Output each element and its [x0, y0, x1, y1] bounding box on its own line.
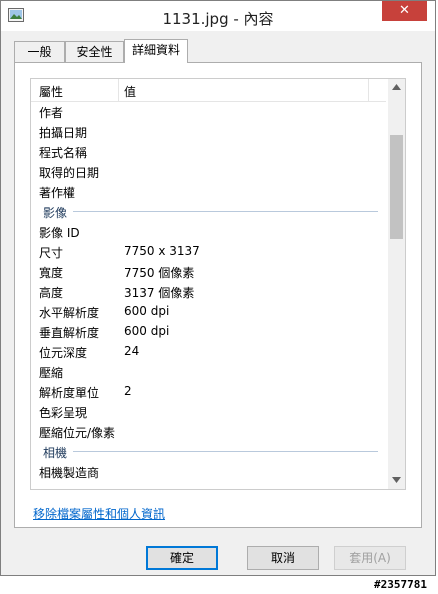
property-name: 水平解析度 — [39, 306, 100, 320]
group-header-image: 影像 — [31, 201, 386, 221]
cancel-button[interactable]: 取消 — [247, 546, 319, 570]
property-name: 相機製造商 — [39, 466, 100, 480]
property-name: 作者 — [39, 106, 64, 120]
tab-general[interactable]: 一般 — [14, 41, 65, 62]
property-row[interactable]: 水平解析度 600 dpi — [31, 301, 386, 321]
group-divider — [73, 211, 378, 212]
column-separator[interactable] — [368, 79, 369, 101]
caret-down-icon — [392, 477, 401, 483]
vertical-scrollbar[interactable] — [388, 79, 405, 489]
property-row[interactable]: 高度 3137 個像素 — [31, 281, 386, 301]
scroll-thumb[interactable] — [390, 135, 403, 239]
property-row[interactable]: 取得的日期 — [31, 161, 386, 181]
property-value: 7750 x 3137 — [124, 244, 200, 258]
group-label: 相機 — [43, 446, 68, 460]
property-row[interactable]: 壓縮位元/像素 — [31, 421, 386, 441]
property-value: 7750 個像素 — [124, 266, 195, 280]
group-divider — [73, 451, 378, 452]
property-value: 3137 個像素 — [124, 286, 195, 300]
property-row[interactable]: 寬度 7750 個像素 — [31, 261, 386, 281]
property-name: 寬度 — [39, 266, 64, 280]
property-name: 壓縮位元/像素 — [39, 426, 116, 440]
property-row[interactable]: 影像 ID — [31, 221, 386, 241]
caret-up-icon — [392, 84, 401, 90]
property-rows: 作者 拍攝日期 程式名稱 取得的日期 著作權 影像 影像 ID 尺寸 7750 x… — [31, 101, 386, 481]
property-name: 垂直解析度 — [39, 326, 100, 340]
property-name: 程式名稱 — [39, 146, 88, 160]
property-list[interactable]: 屬性 值 作者 拍攝日期 程式名稱 取得的日期 著作權 影像 影像 ID 尺寸 7… — [30, 78, 406, 490]
group-header-camera: 相機 — [31, 441, 386, 461]
column-header-name[interactable]: 屬性 — [39, 83, 63, 100]
window-title: 1131.jpg - 內容 — [162, 10, 274, 28]
scroll-up-arrow[interactable] — [388, 79, 405, 96]
tab-security[interactable]: 安全性 — [65, 41, 124, 62]
apply-button[interactable]: 套用(A) — [334, 546, 406, 570]
property-value: 600 dpi — [124, 324, 170, 338]
watermark-id: #2357781 — [374, 578, 427, 591]
close-icon: ✕ — [399, 3, 410, 18]
property-row[interactable]: 解析度單位 2 — [31, 381, 386, 401]
remove-properties-link[interactable]: 移除檔案屬性和個人資訊 — [33, 505, 165, 522]
column-separator[interactable] — [118, 79, 119, 101]
property-name: 位元深度 — [39, 346, 88, 360]
details-panel: 屬性 值 作者 拍攝日期 程式名稱 取得的日期 著作權 影像 影像 ID 尺寸 7… — [14, 62, 422, 528]
tab-details[interactable]: 詳細資料 — [124, 39, 188, 63]
property-row[interactable]: 程式名稱 — [31, 141, 386, 161]
property-value: 2 — [124, 384, 132, 398]
property-row[interactable]: 相機製造商 — [31, 461, 386, 481]
column-header-value[interactable]: 值 — [124, 83, 136, 100]
property-row[interactable]: 作者 — [31, 101, 386, 121]
property-name: 著作權 — [39, 186, 76, 200]
close-button[interactable]: ✕ — [382, 1, 427, 21]
property-name: 拍攝日期 — [39, 126, 88, 140]
property-name: 高度 — [39, 286, 64, 300]
properties-window: 1131.jpg - 內容 ✕ 一般 安全性 詳細資料 屬性 值 作者 拍攝日期… — [0, 0, 436, 576]
property-row[interactable]: 尺寸 7750 x 3137 — [31, 241, 386, 261]
property-row[interactable]: 拍攝日期 — [31, 121, 386, 141]
title-bar[interactable]: 1131.jpg - 內容 ✕ — [1, 1, 435, 31]
property-name: 影像 ID — [39, 226, 80, 240]
property-row[interactable]: 垂直解析度 600 dpi — [31, 321, 386, 341]
property-name: 尺寸 — [39, 246, 64, 260]
property-name: 色彩呈現 — [39, 406, 88, 420]
property-value: 24 — [124, 344, 140, 358]
group-label: 影像 — [43, 206, 68, 220]
property-name: 解析度單位 — [39, 386, 100, 400]
property-value: 600 dpi — [124, 304, 170, 318]
list-header: 屬性 值 — [31, 79, 386, 102]
property-row[interactable]: 色彩呈現 — [31, 401, 386, 421]
property-name: 取得的日期 — [39, 166, 100, 180]
property-row[interactable]: 壓縮 — [31, 361, 386, 381]
property-row[interactable]: 著作權 — [31, 181, 386, 201]
property-row[interactable]: 位元深度 24 — [31, 341, 386, 361]
property-name: 壓縮 — [39, 366, 64, 380]
ok-button[interactable]: 確定 — [146, 546, 218, 570]
scroll-down-arrow[interactable] — [388, 472, 405, 489]
